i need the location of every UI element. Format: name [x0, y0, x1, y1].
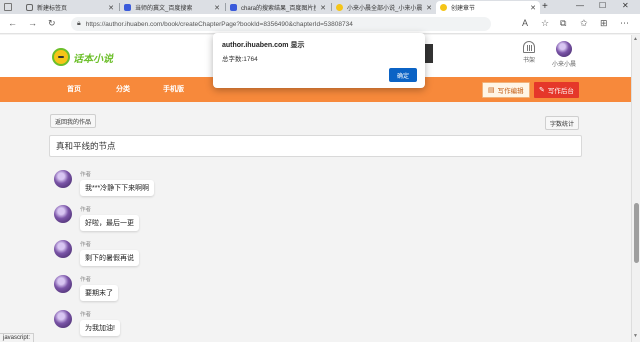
favorite-star-icon[interactable]: ☆ [541, 18, 549, 29]
tab-title: 当师的冀文_百度搜索 [135, 6, 193, 12]
scroll-down-icon[interactable]: ▼ [633, 333, 638, 339]
pen-icon: ✎ [539, 87, 545, 94]
bookshelf-icon [523, 41, 535, 53]
forward-arrow-icon[interactable]: → [28, 18, 37, 28]
back-to-works-button[interactable]: 返回我的作品 [50, 114, 97, 128]
bookshelf-link[interactable]: 书架 [514, 41, 544, 64]
write-backend-button[interactable]: ✎ 写作后台 [534, 82, 579, 98]
author-avatar [54, 275, 72, 293]
write-edit-button[interactable]: ▤ 写作编辑 [482, 82, 530, 98]
tab-close-icon[interactable]: ✕ [426, 4, 432, 12]
dialog-title: author.ihuaben.com 显示 [222, 42, 305, 49]
ihuaben-favicon-icon [336, 4, 343, 11]
message-author: 作者 [80, 277, 92, 283]
message-bubble[interactable]: 我***冷静下下来啊啊 [80, 180, 155, 196]
logo-text: 话本小说 [73, 53, 113, 65]
alert-dialog: author.ihuaben.com 显示 总字数:1764 确定 [213, 33, 425, 88]
dialog-message: 总字数:1764 [222, 56, 258, 63]
write-edit-label: 写作编辑 [497, 88, 524, 95]
tab-baidu-images[interactable]: chara的搜索结果_百度图片搜 ✕ [226, 1, 330, 14]
author-avatar [54, 310, 72, 328]
tab-title: 小来小晨全部小说_小来小晨 [347, 6, 423, 12]
message-bubble[interactable]: 好啦，最后一更 [80, 215, 139, 231]
list-item: 作者 我***冷静下下来啊啊 [54, 170, 155, 196]
user-avatar [556, 41, 572, 57]
minimize-icon[interactable]: — [576, 1, 584, 10]
split-screen-icon[interactable]: ⧉ [560, 18, 566, 29]
tab-close-icon[interactable]: ✕ [530, 4, 536, 12]
write-backend-label: 写作后台 [547, 88, 574, 95]
window-menu-icon[interactable] [4, 3, 12, 11]
dialog-ok-button[interactable]: 确定 [389, 68, 417, 82]
lock-icon[interactable]: 🔒︎ [77, 20, 81, 28]
baidu-favicon-icon [124, 4, 131, 11]
favorites-list-icon[interactable]: ✩ [580, 18, 588, 29]
address-url: https://author.ihuaben.com/book/createCh… [85, 20, 353, 28]
tab-title: 新建标签页 [37, 6, 68, 12]
back-arrow-icon[interactable]: ← [8, 18, 17, 28]
tab-new-tab[interactable]: 新建标签页 ✕ [22, 1, 118, 14]
author-avatar [54, 205, 72, 223]
tab-title: chara的搜索结果_百度图片搜 [241, 6, 317, 12]
message-bubble[interactable]: 为我加油! [80, 320, 120, 336]
list-item: 作者 好啦，最后一更 [54, 205, 139, 231]
message-author: 作者 [80, 312, 92, 318]
tab-close-icon[interactable]: ✕ [320, 4, 326, 12]
message-author: 作者 [80, 207, 92, 213]
status-bar: javascript: [0, 333, 35, 342]
tab-close-icon[interactable]: ✕ [214, 4, 220, 12]
chapter-title-input[interactable]: 真和平线的节点 [49, 135, 582, 157]
message-bubble[interactable]: 要期末了 [80, 285, 118, 301]
page-scrollbar[interactable]: ▲ ▼ [631, 35, 640, 342]
reload-icon[interactable]: ↻ [48, 18, 56, 29]
user-profile-link[interactable]: 小来小晨 [549, 41, 579, 68]
tab-create-chapter[interactable]: 创建章节 ✕ [436, 1, 540, 14]
read-aloud-icon[interactable]: A [522, 18, 528, 28]
scrollbar-thumb[interactable] [634, 203, 639, 263]
message-author: 作者 [80, 172, 92, 178]
word-count-button[interactable]: 字数统计 [545, 116, 580, 130]
more-menu-icon[interactable]: ⋯ [620, 18, 629, 29]
tab-title: 创建章节 [451, 6, 476, 12]
list-item: 作者 为我加油! [54, 310, 120, 336]
message-author: 作者 [80, 242, 92, 248]
message-bubble[interactable]: 剩下的暑假再说 [80, 250, 139, 266]
author-avatar [54, 240, 72, 258]
nav-home[interactable]: 首页 [67, 84, 81, 94]
collections-icon[interactable]: ⊞ [600, 18, 608, 29]
maximize-icon[interactable]: ☐ [599, 1, 606, 10]
list-item: 作者 剩下的暑假再说 [54, 240, 139, 266]
site-logo[interactable]: 话本小说 [52, 48, 113, 66]
browser-toolbar: ← → ↻ 🔒︎ https://author.ihuaben.com/book… [0, 14, 640, 34]
user-name: 小来小晨 [551, 62, 576, 68]
list-item: 作者 要期末了 [54, 275, 118, 301]
author-avatar [54, 170, 72, 188]
tab-baidu-search[interactable]: 当师的冀文_百度搜索 ✕ [120, 1, 224, 14]
nav-categories[interactable]: 分类 [116, 84, 130, 94]
tab-author-novels[interactable]: 小来小晨全部小说_小来小晨 ✕ [332, 1, 436, 14]
ihuaben-favicon-icon [440, 4, 447, 11]
edit-doc-icon: ▤ [488, 87, 495, 94]
address-bar[interactable]: 🔒︎ https://author.ihuaben.com/book/creat… [71, 17, 491, 31]
new-tab-plus-icon[interactable]: + [542, 1, 548, 12]
new-tab-favicon-icon [26, 4, 33, 11]
browser-tab-strip: 新建标签页 ✕ 当师的冀文_百度搜索 ✕ chara的搜索结果_百度图片搜 ✕ … [0, 0, 640, 14]
mascot-logo-icon [52, 48, 70, 66]
scroll-up-icon[interactable]: ▲ [633, 36, 638, 42]
tab-close-icon[interactable]: ✕ [108, 4, 114, 12]
nav-mobile[interactable]: 手机版 [163, 84, 184, 94]
close-window-icon[interactable]: ✕ [622, 1, 629, 10]
baidu-favicon-icon [230, 4, 237, 11]
bookshelf-label: 书架 [522, 58, 535, 64]
